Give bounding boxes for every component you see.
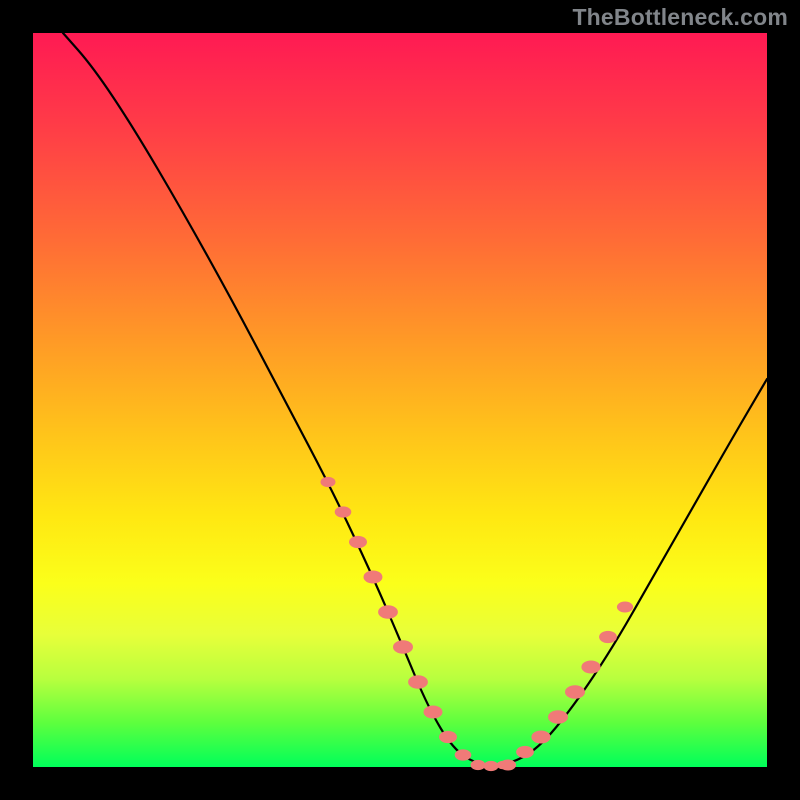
salmon-dots-group (321, 477, 634, 771)
salmon-dots-right-dot (531, 731, 550, 744)
salmon-dots-left-dot (424, 706, 443, 719)
salmon-dots-bottom-dot (472, 761, 485, 770)
salmon-dots-left-dot (335, 506, 352, 517)
salmon-dots-left-dot (408, 675, 428, 688)
salmon-dots-right-dot (581, 661, 600, 674)
salmon-dots-right-dot (617, 602, 633, 613)
salmon-dots-right-dot (516, 746, 534, 758)
salmon-dots-left-dot (393, 640, 413, 654)
salmon-dots-right-dot (548, 710, 568, 724)
main-curve (63, 33, 767, 765)
salmon-dots-bottom-dot (497, 761, 510, 770)
salmon-dots-bottom-dot (484, 761, 499, 771)
salmon-dots-left-dot (349, 536, 367, 548)
salmon-dots-left-dot (439, 731, 457, 743)
salmon-dots-left-dot (364, 571, 383, 584)
salmon-dots-right-dot (599, 631, 617, 643)
chart-frame: TheBottleneck.com (0, 0, 800, 800)
salmon-dots-left-dot (321, 477, 336, 487)
salmon-dots-left-dot (455, 749, 472, 760)
main-curve-path (63, 33, 767, 765)
salmon-dots-right-dot (565, 685, 585, 699)
curve-layer (33, 33, 767, 767)
salmon-dots-left-dot (378, 605, 398, 618)
watermark-text: TheBottleneck.com (572, 4, 788, 31)
